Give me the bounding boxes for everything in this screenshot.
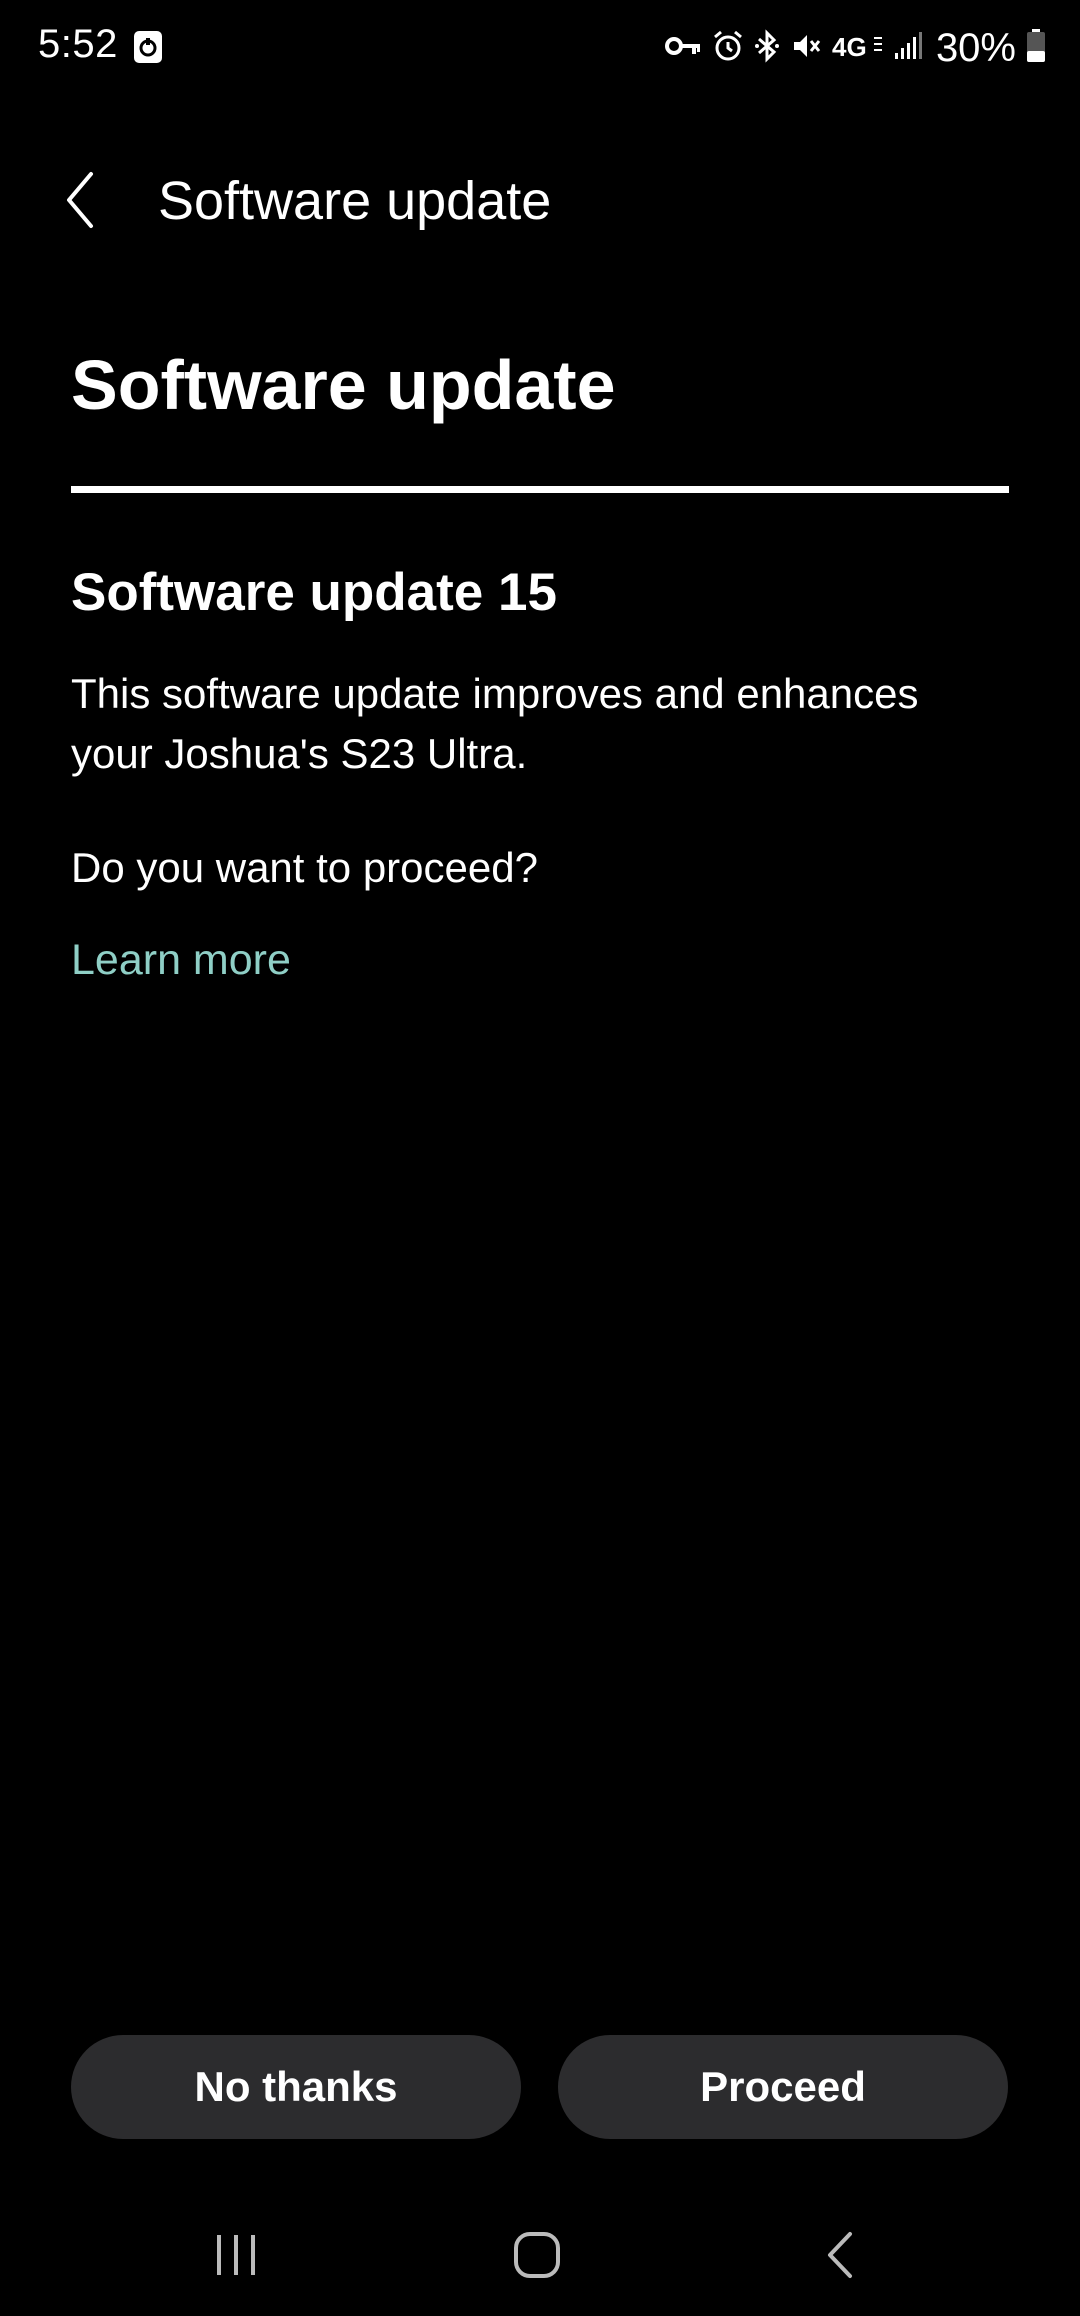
back-chevron-icon	[67, 172, 93, 228]
battery-icon	[1026, 28, 1046, 68]
signal-icon	[894, 31, 922, 66]
appbar-title: Software update	[158, 171, 552, 231]
recents-icon	[217, 2235, 255, 2275]
home-icon	[514, 2232, 560, 2278]
battery-percent: 30%	[935, 25, 1016, 70]
proceed-question: Do you want to proceed?	[71, 844, 538, 891]
proceed-button[interactable]: Proceed	[558, 2035, 1008, 2139]
network-4g-lte-icon: 4G	[832, 31, 884, 66]
vibrate-mute-icon	[790, 30, 822, 67]
alarm-icon	[712, 30, 744, 67]
title-divider	[71, 486, 1009, 493]
status-time: 5:52	[38, 22, 118, 66]
update-heading: Software update 15	[71, 563, 557, 622]
bluetooth-icon	[754, 28, 780, 68]
notification-app-icon	[133, 30, 163, 64]
home-button[interactable]	[487, 2220, 587, 2290]
back-button[interactable]	[50, 160, 110, 240]
status-bar: 5:52 4G 30%	[0, 0, 1080, 100]
learn-more-link[interactable]: Learn more	[71, 936, 291, 985]
navigation-bar	[0, 2200, 1080, 2316]
vpn-key-icon	[664, 33, 702, 64]
page-title: Software update	[71, 346, 616, 424]
no-thanks-button[interactable]: No thanks	[71, 2035, 521, 2139]
recents-button[interactable]	[186, 2220, 286, 2290]
nav-back-button[interactable]	[790, 2220, 890, 2290]
back-icon	[828, 2232, 852, 2278]
update-description: This software update improves and enhanc…	[71, 670, 919, 777]
svg-text:4G: 4G	[832, 32, 867, 61]
status-icons: 4G 30%	[664, 24, 1046, 72]
